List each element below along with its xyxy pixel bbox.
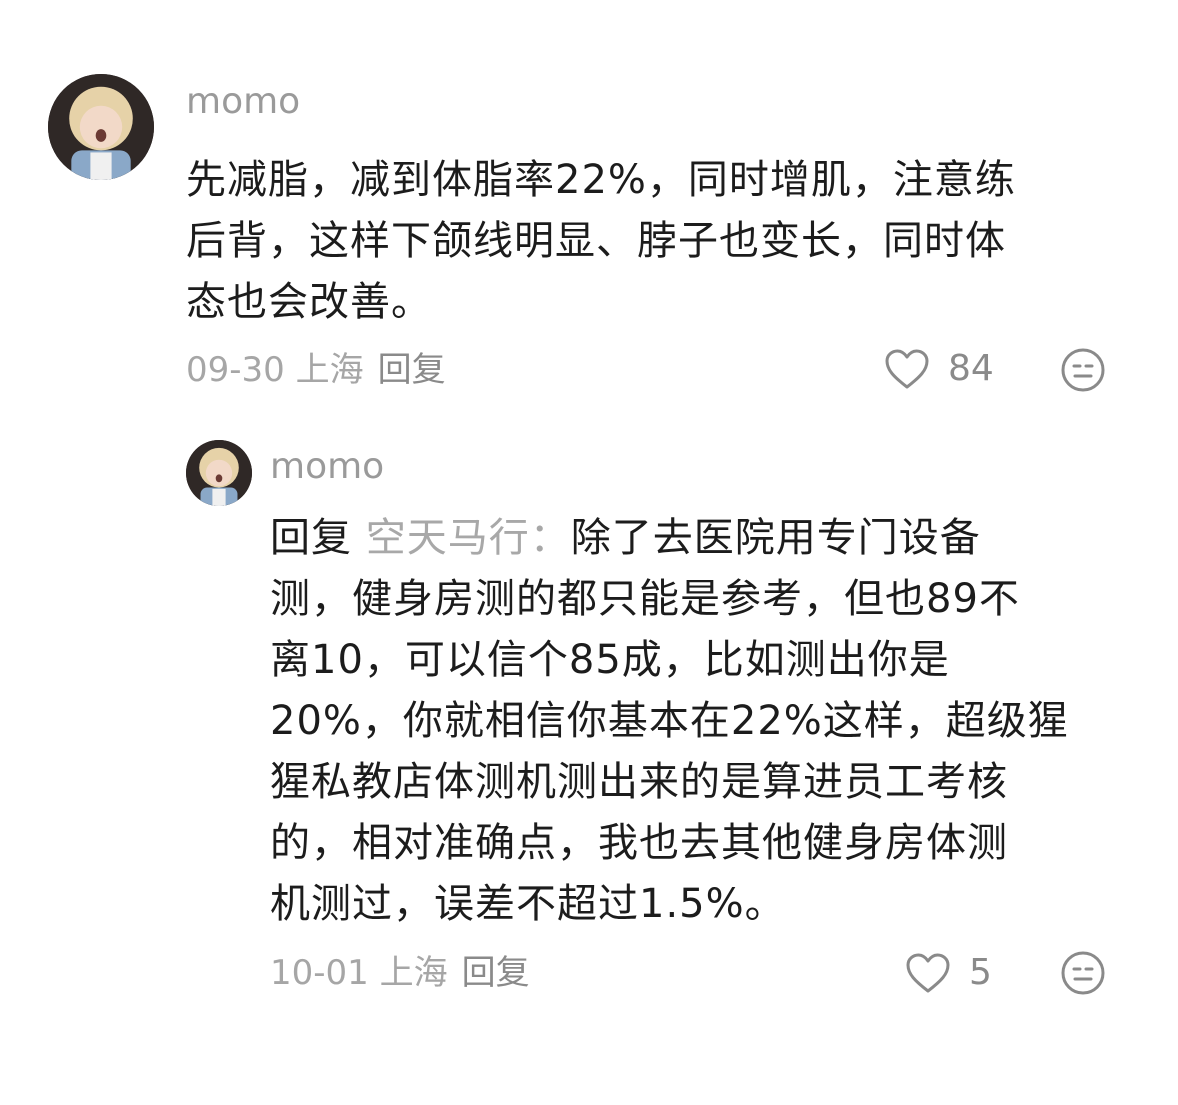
comment-text: 回复 空天马行：除了去医院用专门设备 测，健身房测的都只能是参考，但也89不 离… (270, 508, 1150, 935)
avatar[interactable] (48, 74, 154, 180)
reply-text: 除了去医院用专门设备 测，健身房测的都只能是参考，但也89不 离10，可以信个8… (270, 515, 1069, 927)
comment-username[interactable]: momo (186, 82, 300, 122)
smiley-icon (1061, 951, 1105, 995)
comment-date-location: 09-30 上海 (186, 350, 364, 390)
react-button[interactable] (1060, 347, 1106, 393)
comment-text: 先减脂，减到体脂率22%，同时增肌，注意练 后背，这样下颌线明显、脖子也变长，同… (186, 157, 1016, 325)
reply-button[interactable]: 回复 (462, 953, 530, 993)
comment-username[interactable]: momo (270, 447, 384, 487)
heart-icon (884, 348, 930, 390)
heart-icon (905, 952, 951, 994)
comment-date-location: 10-01 上海 (270, 953, 448, 993)
like-count: 84 (948, 348, 994, 389)
comment-meta: 09-30 上海 回复 (186, 350, 446, 390)
avatar-image (48, 74, 154, 180)
like-count: 5 (969, 952, 992, 993)
reply-target-username[interactable]: 空天马行： (366, 515, 571, 561)
reply-prefix: 回复 (270, 515, 366, 561)
comment-meta: 10-01 上海 回复 (270, 953, 530, 993)
avatar-image (186, 440, 252, 506)
avatar[interactable] (186, 440, 252, 506)
smiley-icon (1061, 348, 1105, 392)
like-button[interactable]: 5 (905, 952, 992, 994)
like-button[interactable]: 84 (884, 348, 994, 390)
react-button[interactable] (1060, 950, 1106, 996)
reply-button[interactable]: 回复 (378, 350, 446, 390)
